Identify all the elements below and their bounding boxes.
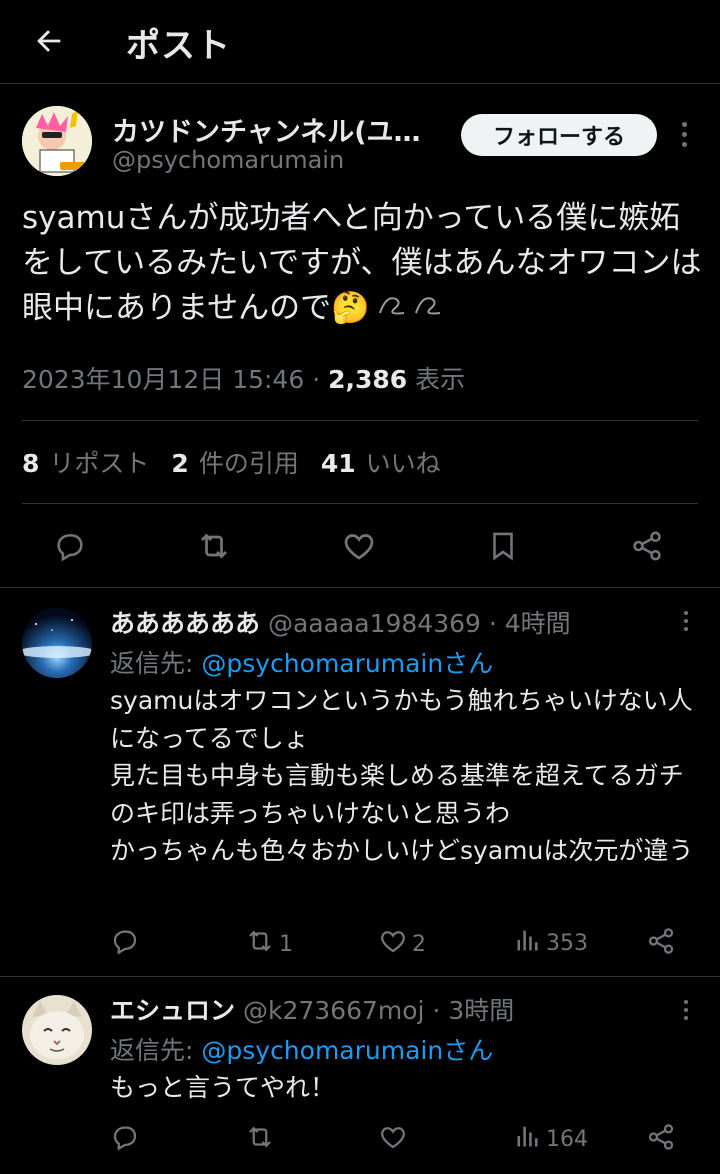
reply-to-mention[interactable]: @psychomarumainさん <box>201 1036 493 1065</box>
avatar[interactable] <box>22 106 92 176</box>
reposts-stat[interactable]: 8 リポスト <box>22 444 149 480</box>
post-text: syamuさんが成功者へと向かっている僕に嫉妬をしているみたいですが、僕はあんな… <box>22 196 702 332</box>
repost-button[interactable]: 1 <box>245 926 293 962</box>
more-options-icon[interactable] <box>674 118 694 150</box>
bookmark-icon[interactable] <box>485 528 521 564</box>
reply-header: エシュロン @k273667moj · 3時間 <box>110 991 514 1027</box>
reply-text: もっと言うてやれ！ <box>110 1073 336 1102</box>
views-icon <box>514 1122 542 1156</box>
likes-count: 41 <box>320 449 356 478</box>
views-count: 164 <box>546 1126 588 1152</box>
post-actions <box>0 504 720 588</box>
quotes-count: 2 <box>171 449 189 478</box>
avatar[interactable] <box>22 995 92 1065</box>
reply-to-mention[interactable]: @psychomarumainさん <box>201 649 493 678</box>
stats-row: 8 リポスト 2 件の引用 41 いいね <box>22 421 698 503</box>
repost-icon[interactable] <box>196 528 232 564</box>
like-button[interactable]: 2 <box>378 926 426 962</box>
reply-item[interactable]: ああああああ @aaaaa1984369 · 4時間 返信先: @psychom… <box>0 588 720 977</box>
reply-time[interactable]: · 4時間 <box>489 609 571 638</box>
quotes-stat[interactable]: 2 件の引用 <box>171 444 298 480</box>
likes-stat[interactable]: 41 いいね <box>321 444 441 480</box>
author-name[interactable]: カツドンチャンネル(ユ… <box>112 110 442 149</box>
reply-author-name[interactable]: ああああああ <box>110 609 260 638</box>
likes-label: いいね <box>365 449 441 478</box>
back-arrow-icon[interactable] <box>28 20 70 62</box>
like-icon[interactable] <box>341 528 377 564</box>
repost-icon[interactable] <box>245 1122 275 1152</box>
post-date[interactable]: 2023年10月12日 15:46 <box>22 365 304 394</box>
views-button[interactable]: 164 <box>514 1122 588 1156</box>
reposts-label: リポスト <box>49 449 150 478</box>
reply-author-handle[interactable]: @k273667moj <box>243 996 425 1025</box>
reply-to-line: 返信先: @psychomarumainさん <box>110 644 493 680</box>
reply-item[interactable]: エシュロン @k273667moj · 3時間 返信先: @psychomaru… <box>0 977 720 1174</box>
share-icon[interactable] <box>646 1122 676 1152</box>
views-count: 353 <box>546 930 588 956</box>
quotes-label: 件の引用 <box>198 449 299 478</box>
reply-header: ああああああ @aaaaa1984369 · 4時間 <box>110 604 571 640</box>
repost-icon <box>245 926 275 962</box>
reply-text: syamuはオワコンというかもう触れちゃいけない人になってるでしょ 見た目も中身… <box>110 686 694 865</box>
avatar[interactable] <box>22 608 92 678</box>
like-icon[interactable] <box>378 1122 408 1152</box>
more-options-icon[interactable] <box>676 995 696 1025</box>
views-icon <box>514 926 542 960</box>
clap-emoji-icon <box>376 287 450 332</box>
more-options-icon[interactable] <box>676 606 696 636</box>
reposts-count: 8 <box>22 449 40 478</box>
author-handle[interactable]: @psychomarumain <box>112 146 344 174</box>
share-icon[interactable] <box>629 528 665 564</box>
main-post: カツドンチャンネル(ユ… @psychomarumain フォローする syam… <box>0 84 720 504</box>
views-button[interactable]: 353 <box>514 926 588 960</box>
reply-icon[interactable] <box>52 528 88 564</box>
like-icon <box>378 926 408 962</box>
share-icon[interactable] <box>646 926 676 956</box>
page-title: ポスト <box>126 26 231 66</box>
author-row: カツドンチャンネル(ユ… @psychomarumain フォローする <box>22 84 698 184</box>
reply-icon[interactable] <box>110 926 140 956</box>
meta-separator: · <box>304 365 329 394</box>
reply-to-label: 返信先: <box>110 1036 202 1065</box>
repost-count: 1 <box>279 931 293 957</box>
post-text-content: syamuさんが成功者へと向かっている僕に嫉妬をしているみたいですが、僕はあんな… <box>22 200 702 326</box>
reply-to-label: 返信先: <box>110 649 202 678</box>
reply-author-name[interactable]: エシュロン <box>110 996 235 1025</box>
post-meta: 2023年10月12日 15:46 · 2,386 表示 <box>22 360 698 400</box>
reply-time[interactable]: · 3時間 <box>432 996 514 1025</box>
view-label: 表示 <box>407 365 466 394</box>
follow-button[interactable]: フォローする <box>461 114 657 156</box>
header-bar: ポスト <box>0 0 720 84</box>
reply-author-handle[interactable]: @aaaaa1984369 <box>268 609 481 638</box>
like-count: 2 <box>412 931 426 957</box>
reply-icon[interactable] <box>110 1122 140 1152</box>
reply-to-line: 返信先: @psychomarumainさん <box>110 1031 493 1067</box>
view-count: 2,386 <box>328 365 408 394</box>
